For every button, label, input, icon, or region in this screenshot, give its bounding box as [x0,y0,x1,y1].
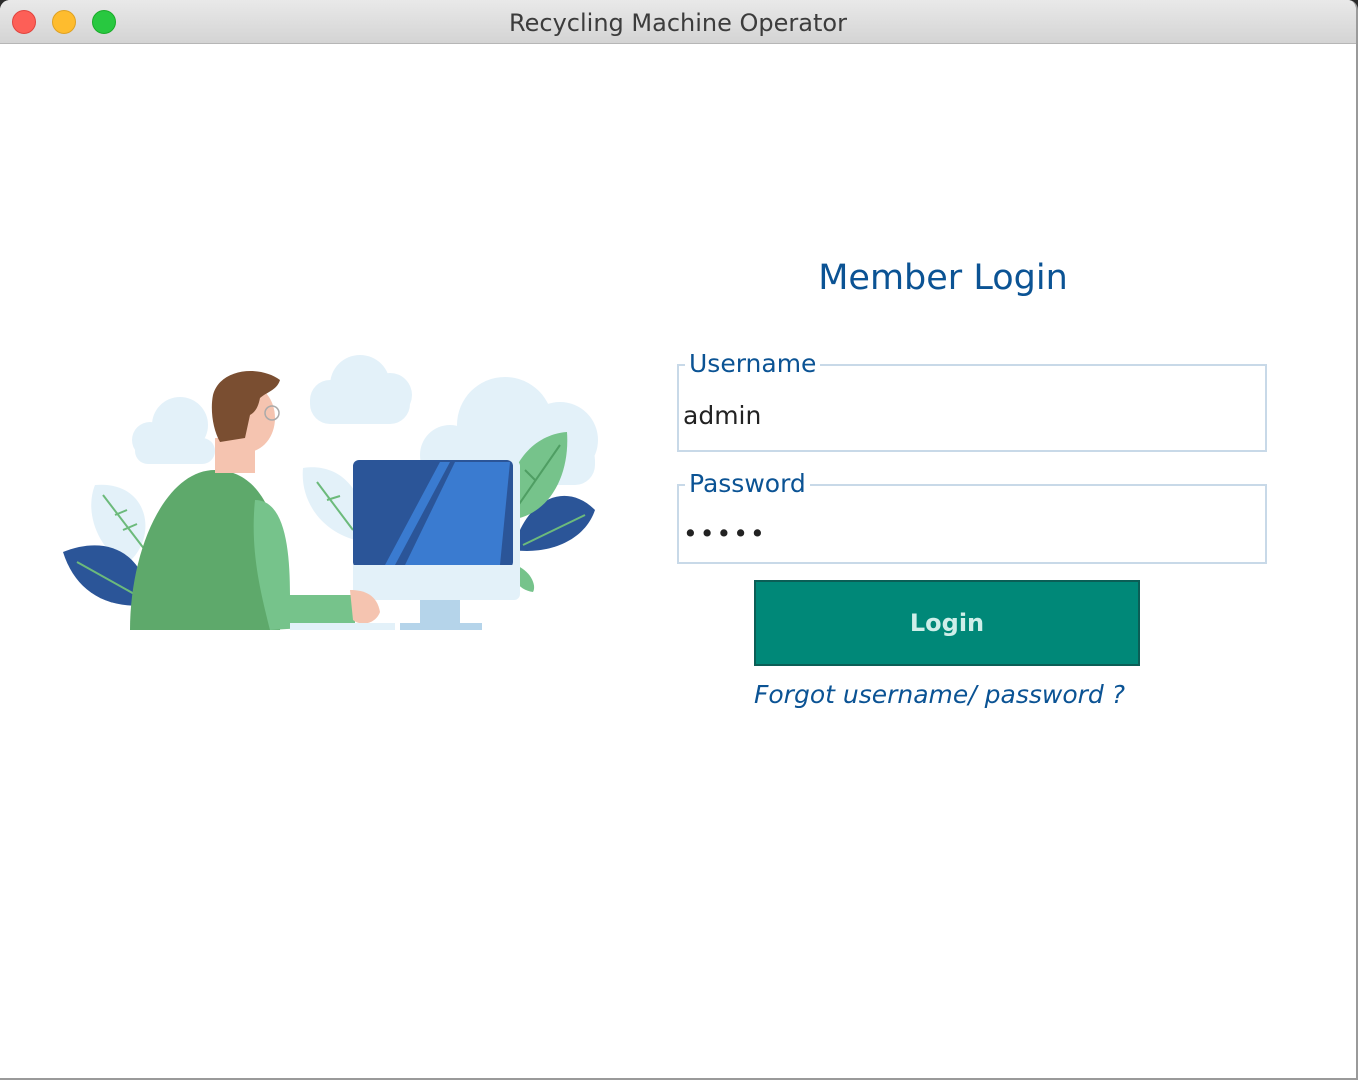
app-window: Recycling Machine Operator Member Login … [0,0,1358,1080]
password-field[interactable]: Password ••••• [677,469,1267,564]
window-title: Recycling Machine Operator [509,9,847,37]
forgot-credentials-link[interactable]: Forgot username/ password ? [754,680,1125,709]
login-button[interactable]: Login [754,580,1140,666]
title-bar[interactable]: Recycling Machine Operator [0,0,1356,44]
password-label: Password [685,469,810,499]
username-field[interactable]: Username admin [677,349,1267,452]
member-login-heading: Member Login [818,258,1068,298]
username-label: Username [685,349,821,379]
password-input[interactable]: ••••• [683,519,767,548]
username-input[interactable]: admin [683,401,761,430]
person-at-computer-illustration [63,355,598,630]
